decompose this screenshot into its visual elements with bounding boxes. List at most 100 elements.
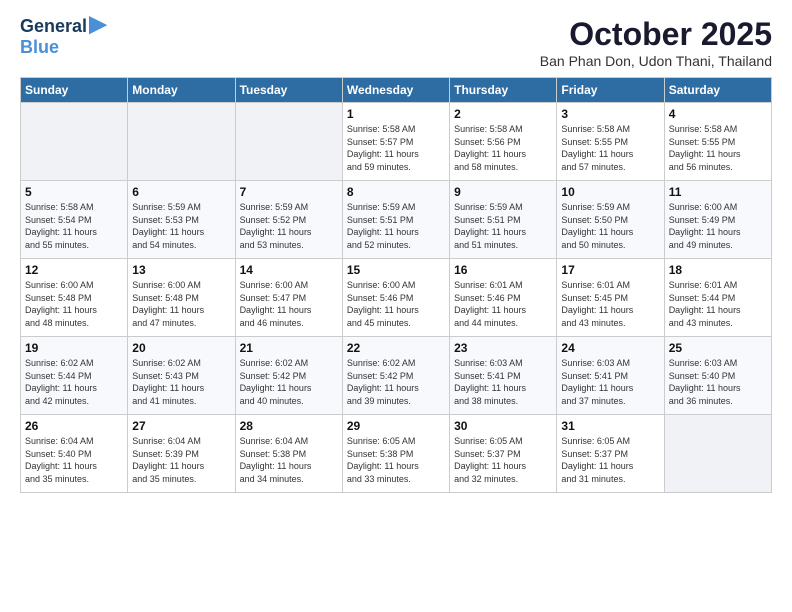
calendar-cell: 25 Sunrise: 6:03 AM Sunset: 5:40 PM Dayli… — [664, 337, 771, 415]
day-number: 23 — [454, 341, 552, 355]
day-number: 12 — [25, 263, 123, 277]
header: General Blue October 2025 Ban Phan Don, … — [20, 16, 772, 69]
calendar-cell: 21Sunrise: 6:02 AM Sunset: 5:42 PM Dayli… — [235, 337, 342, 415]
day-number: 25 — [669, 341, 767, 355]
calendar-cell: 10Sunrise: 5:59 AM Sunset: 5:50 PM Dayli… — [557, 181, 664, 259]
calendar-cell: 19 Sunrise: 6:02 AM Sunset: 5:44 PM Dayli… — [21, 337, 128, 415]
calendar-cell: 5 Sunrise: 5:58 AM Sunset: 5:54 PM Daylig… — [21, 181, 128, 259]
calendar-cell: 31 Sunrise: 6:05 AM Sunset: 5:37 PM Dayli… — [557, 415, 664, 493]
cell-info: Sunrise: 5:59 AM Sunset: 5:51 PM Dayligh… — [347, 201, 445, 251]
day-number: 17 — [561, 263, 659, 277]
calendar-cell: 24Sunrise: 6:03 AM Sunset: 5:41 PM Dayli… — [557, 337, 664, 415]
day-number: 30 — [454, 419, 552, 433]
calendar-cell: 1 Sunrise: 5:58 AM Sunset: 5:57 PM Daylig… — [342, 103, 449, 181]
day-number: 31 — [561, 419, 659, 433]
calendar-cell — [235, 103, 342, 181]
cell-info: Sunrise: 6:00 AM Sunset: 5:48 PM Dayligh… — [25, 279, 123, 329]
day-number: 27 — [132, 419, 230, 433]
cell-info: Sunrise: 5:58 AM Sunset: 5:55 PM Dayligh… — [561, 123, 659, 173]
day-number: 20 — [132, 341, 230, 355]
day-number: 18 — [669, 263, 767, 277]
day-number: 8 — [347, 185, 445, 199]
cell-info: Sunrise: 5:59 AM Sunset: 5:53 PM Dayligh… — [132, 201, 230, 251]
day-number: 11 — [669, 185, 767, 199]
calendar-cell: 26 Sunrise: 6:04 AM Sunset: 5:40 PM Dayli… — [21, 415, 128, 493]
header-sunday: Sunday — [21, 78, 128, 103]
cell-info: Sunrise: 6:01 AM Sunset: 5:45 PM Dayligh… — [561, 279, 659, 329]
day-number: 6 — [132, 185, 230, 199]
month-title: October 2025 — [540, 16, 772, 53]
cell-info: Sunrise: 6:02 AM Sunset: 5:42 PM Dayligh… — [347, 357, 445, 407]
calendar-cell: 7Sunrise: 5:59 AM Sunset: 5:52 PM Daylig… — [235, 181, 342, 259]
cell-info: Sunrise: 6:01 AM Sunset: 5:44 PM Dayligh… — [669, 279, 767, 329]
cell-info: Sunrise: 6:00 AM Sunset: 5:49 PM Dayligh… — [669, 201, 767, 251]
calendar-cell: 17 Sunrise: 6:01 AM Sunset: 5:45 PM Dayli… — [557, 259, 664, 337]
day-number: 19 — [25, 341, 123, 355]
calendar-cell — [128, 103, 235, 181]
header-friday: Friday — [557, 78, 664, 103]
cell-info: Sunrise: 6:02 AM Sunset: 5:44 PM Dayligh… — [25, 357, 123, 407]
day-number: 1 — [347, 107, 445, 121]
cell-info: Sunrise: 5:58 AM Sunset: 5:56 PM Dayligh… — [454, 123, 552, 173]
calendar-cell: 3 Sunrise: 5:58 AM Sunset: 5:55 PM Daylig… — [557, 103, 664, 181]
title-block: October 2025 Ban Phan Don, Udon Thani, T… — [540, 16, 772, 69]
calendar-cell: 16 Sunrise: 6:01 AM Sunset: 5:46 PM Dayli… — [450, 259, 557, 337]
logo: General Blue — [20, 16, 111, 58]
cell-info: Sunrise: 6:00 AM Sunset: 5:46 PM Dayligh… — [347, 279, 445, 329]
cell-info: Sunrise: 5:59 AM Sunset: 5:52 PM Dayligh… — [240, 201, 338, 251]
cell-info: Sunrise: 6:00 AM Sunset: 5:47 PM Dayligh… — [240, 279, 338, 329]
calendar-cell: 6 Sunrise: 5:59 AM Sunset: 5:53 PM Daylig… — [128, 181, 235, 259]
cell-info: Sunrise: 6:05 AM Sunset: 5:37 PM Dayligh… — [561, 435, 659, 485]
cell-info: Sunrise: 6:04 AM Sunset: 5:38 PM Dayligh… — [240, 435, 338, 485]
cell-info: Sunrise: 5:58 AM Sunset: 5:54 PM Dayligh… — [25, 201, 123, 251]
day-number: 16 — [454, 263, 552, 277]
cell-info: Sunrise: 6:04 AM Sunset: 5:40 PM Dayligh… — [25, 435, 123, 485]
logo-icon — [89, 16, 111, 38]
cell-info: Sunrise: 6:03 AM Sunset: 5:41 PM Dayligh… — [454, 357, 552, 407]
header-wednesday: Wednesday — [342, 78, 449, 103]
calendar-cell: 2Sunrise: 5:58 AM Sunset: 5:56 PM Daylig… — [450, 103, 557, 181]
calendar-cell: 8 Sunrise: 5:59 AM Sunset: 5:51 PM Daylig… — [342, 181, 449, 259]
header-thursday: Thursday — [450, 78, 557, 103]
day-number: 9 — [454, 185, 552, 199]
page-container: General Blue October 2025 Ban Phan Don, … — [0, 0, 792, 503]
cell-info: Sunrise: 6:05 AM Sunset: 5:38 PM Dayligh… — [347, 435, 445, 485]
calendar-cell: 23 Sunrise: 6:03 AM Sunset: 5:41 PM Dayli… — [450, 337, 557, 415]
day-number: 15 — [347, 263, 445, 277]
calendar-cell — [21, 103, 128, 181]
day-number: 22 — [347, 341, 445, 355]
header-tuesday: Tuesday — [235, 78, 342, 103]
day-number: 13 — [132, 263, 230, 277]
day-number: 28 — [240, 419, 338, 433]
day-number: 26 — [25, 419, 123, 433]
cell-info: Sunrise: 6:04 AM Sunset: 5:39 PM Dayligh… — [132, 435, 230, 485]
calendar-cell: 29 Sunrise: 6:05 AM Sunset: 5:38 PM Dayli… — [342, 415, 449, 493]
logo-text-general: General — [20, 17, 87, 37]
header-saturday: Saturday — [664, 78, 771, 103]
calendar-cell: 30Sunrise: 6:05 AM Sunset: 5:37 PM Dayli… — [450, 415, 557, 493]
cell-info: Sunrise: 6:03 AM Sunset: 5:40 PM Dayligh… — [669, 357, 767, 407]
calendar-week-row: 26 Sunrise: 6:04 AM Sunset: 5:40 PM Dayli… — [21, 415, 772, 493]
day-number: 29 — [347, 419, 445, 433]
calendar-week-row: 12 Sunrise: 6:00 AM Sunset: 5:48 PM Dayli… — [21, 259, 772, 337]
cell-info: Sunrise: 6:00 AM Sunset: 5:48 PM Dayligh… — [132, 279, 230, 329]
header-monday: Monday — [128, 78, 235, 103]
cell-info: Sunrise: 5:59 AM Sunset: 5:51 PM Dayligh… — [454, 201, 552, 251]
calendar-cell: 18 Sunrise: 6:01 AM Sunset: 5:44 PM Dayli… — [664, 259, 771, 337]
calendar-cell — [664, 415, 771, 493]
calendar-cell: 28 Sunrise: 6:04 AM Sunset: 5:38 PM Dayli… — [235, 415, 342, 493]
day-number: 3 — [561, 107, 659, 121]
cell-info: Sunrise: 5:59 AM Sunset: 5:50 PM Dayligh… — [561, 201, 659, 251]
calendar-cell: 9 Sunrise: 5:59 AM Sunset: 5:51 PM Daylig… — [450, 181, 557, 259]
calendar-cell: 20Sunrise: 6:02 AM Sunset: 5:43 PM Dayli… — [128, 337, 235, 415]
calendar-table: Sunday Monday Tuesday Wednesday Thursday… — [20, 77, 772, 493]
calendar-cell: 22 Sunrise: 6:02 AM Sunset: 5:42 PM Dayli… — [342, 337, 449, 415]
day-number: 5 — [25, 185, 123, 199]
calendar-cell: 14Sunrise: 6:00 AM Sunset: 5:47 PM Dayli… — [235, 259, 342, 337]
calendar-cell: 11 Sunrise: 6:00 AM Sunset: 5:49 PM Dayli… — [664, 181, 771, 259]
location-subtitle: Ban Phan Don, Udon Thani, Thailand — [540, 53, 772, 69]
cell-info: Sunrise: 5:58 AM Sunset: 5:55 PM Dayligh… — [669, 123, 767, 173]
cell-info: Sunrise: 5:58 AM Sunset: 5:57 PM Dayligh… — [347, 123, 445, 173]
calendar-cell: 4Sunrise: 5:58 AM Sunset: 5:55 PM Daylig… — [664, 103, 771, 181]
cell-info: Sunrise: 6:01 AM Sunset: 5:46 PM Dayligh… — [454, 279, 552, 329]
